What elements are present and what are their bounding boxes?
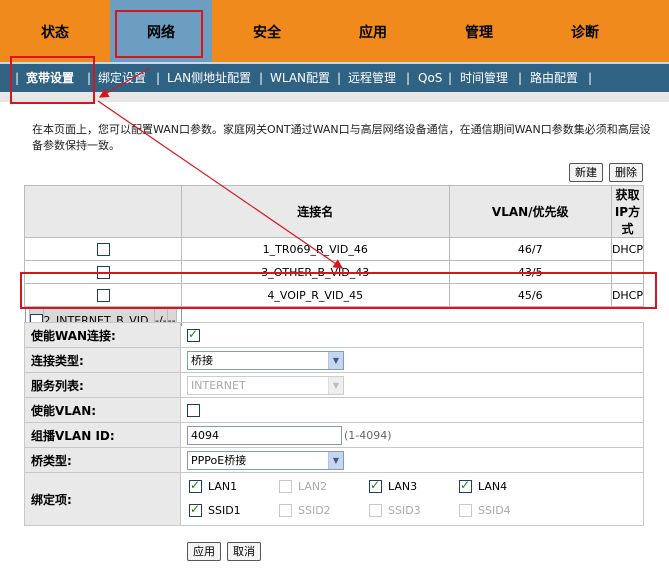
arrow-to-internet-row [97,100,343,269]
annotation-arrows [97,67,343,269]
arrow-to-broadband [98,67,151,98]
